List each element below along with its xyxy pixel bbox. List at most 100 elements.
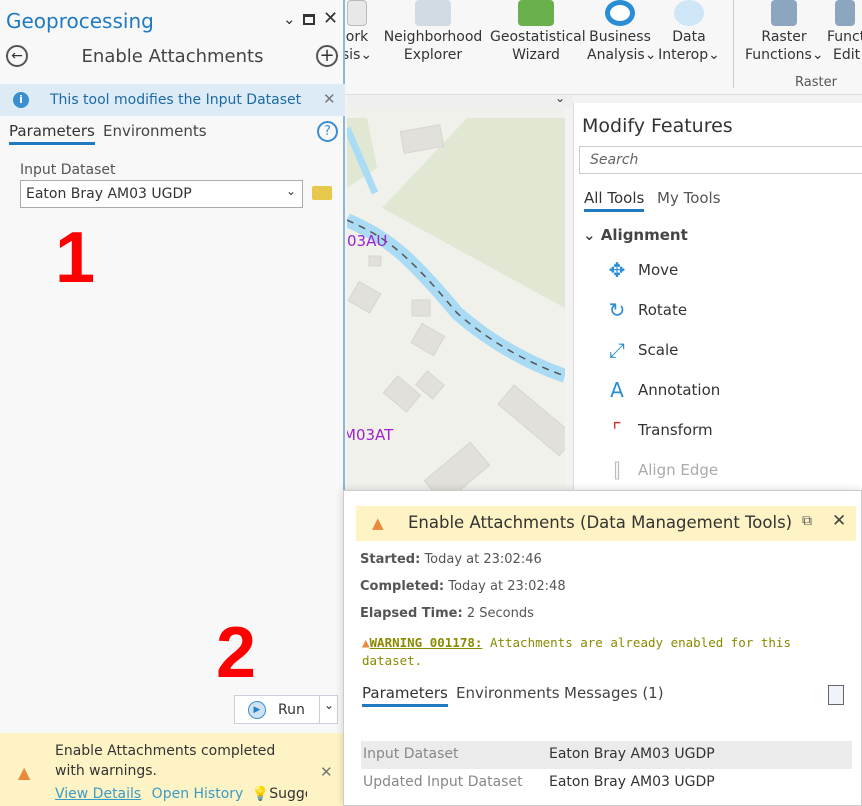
label: Functi <box>827 29 862 45</box>
info-icon: i <box>13 92 29 108</box>
label: Completed: <box>360 579 445 594</box>
warning-icon: ▲ <box>18 763 31 782</box>
completed-row: Completed: Today at 23:02:48 <box>360 579 566 594</box>
search-input[interactable]: Search <box>579 146 862 174</box>
close-icon[interactable]: ✕ <box>320 763 333 781</box>
value: Today at 23:02:46 <box>424 552 542 567</box>
tab-messages[interactable]: Messages (1) <box>564 684 664 702</box>
transform-icon: ⌜ <box>612 418 622 442</box>
map-label: M03AT <box>347 426 394 444</box>
data-interop-icon <box>674 0 704 26</box>
ribbon-business-analysis[interactable]: Business Analysis⌄ <box>587 0 656 64</box>
folder-icon[interactable] <box>312 186 332 200</box>
table-row: Input Dataset Eaton Bray AM03 UGDP <box>361 741 852 769</box>
open-history-link[interactable]: Open History <box>152 786 244 802</box>
group-alignment[interactable]: ⌄ Alignment <box>583 226 688 244</box>
divider <box>319 696 320 723</box>
tab-my-tools[interactable]: My Tools <box>657 189 721 207</box>
divider <box>733 0 734 88</box>
param-name: Updated Input Dataset <box>363 774 523 790</box>
elapsed-row: Elapsed Time: 2 Seconds <box>360 606 534 621</box>
label: Explorer <box>403 47 463 63</box>
pop-out-icon[interactable]: ⧉ <box>802 513 812 529</box>
ribbon-data-interop[interactable]: Data Interop⌄ <box>658 0 720 64</box>
annotation-number: 1 <box>55 218 96 298</box>
label: Move <box>638 261 679 279</box>
help-icon[interactable]: ? <box>317 121 338 142</box>
notification-text: Enable Attachments completed with warnin… <box>55 743 276 779</box>
input-dataset-select[interactable]: Eaton Bray AM03 UGDP ⌄ <box>20 180 303 208</box>
tab-all-tools[interactable]: All Tools <box>584 189 645 212</box>
label: Raster <box>761 29 807 45</box>
ribbon: ork sis⌄ Neighborhood Explorer Geostatisti… <box>342 0 862 95</box>
close-icon[interactable]: ✕ <box>323 90 336 108</box>
park-area <box>347 118 377 188</box>
label: Rotate <box>638 301 688 319</box>
suggestions-link[interactable]: Sugges <box>269 786 307 802</box>
close-icon[interactable]: ✕ <box>832 511 846 531</box>
map-icon <box>415 0 451 26</box>
label: Elapsed Time: <box>360 606 463 621</box>
param-name: Input Dataset <box>363 746 459 762</box>
tool-annotation[interactable]: A Annotation <box>604 378 720 402</box>
ribbon-group-label: Raster <box>795 75 837 90</box>
tab-environments[interactable]: Environments <box>456 684 560 702</box>
rotate-icon: ↻ <box>608 298 626 322</box>
input-dataset-label: Input Dataset <box>20 162 116 178</box>
modify-features-pane: Modify Features Search All Tools My Tool… <box>573 103 862 490</box>
warning-code-link[interactable]: WARNING 001178: <box>370 635 483 650</box>
tool-rotate[interactable]: ↻ Rotate <box>604 298 688 322</box>
popup-header: ▲ Enable Attachments (Data Management To… <box>356 506 856 541</box>
value: 2 Seconds <box>466 606 534 621</box>
add-icon[interactable]: + <box>316 45 338 67</box>
info-banner: i This tool modifies the Input Dataset ✕ <box>0 84 345 116</box>
selected-value: Eaton Bray AM03 UGDP <box>26 186 192 202</box>
maximize-icon[interactable] <box>303 14 315 25</box>
tab-parameters[interactable]: Parameters <box>9 122 95 145</box>
ribbon-function-editor[interactable]: Functi Edit <box>827 0 862 64</box>
pane-menu-icon[interactable]: ⌄ <box>283 10 296 28</box>
label: Geostatistical <box>490 29 586 45</box>
result-popup: ▲ Enable Attachments (Data Management To… <box>343 490 862 806</box>
tab-parameters[interactable]: Parameters <box>362 684 448 707</box>
tool-move[interactable]: ✥ Move <box>604 258 679 282</box>
label: Analysis <box>587 47 645 63</box>
chevron-down-icon[interactable]: ⌄ <box>324 698 334 712</box>
run-label: Run <box>278 702 305 718</box>
tab-environments[interactable]: Environments <box>103 122 207 140</box>
view-details-link[interactable]: View Details <box>55 786 141 802</box>
raster-fx-icon <box>771 0 797 26</box>
label: Functions <box>745 47 812 63</box>
label: Annotation <box>638 381 721 399</box>
ribbon-neighborhood-explorer[interactable]: Neighborhood Explorer <box>383 0 483 64</box>
label: Transform <box>638 421 713 439</box>
ribbon-geostatistical-wizard[interactable]: Geostatistical Wizard <box>490 0 586 64</box>
wizard-icon <box>518 0 554 26</box>
label: Align Edge <box>638 461 719 479</box>
label: Interop <box>658 47 709 63</box>
align-edge-icon: ⫿ <box>613 458 621 482</box>
label: Wizard <box>512 47 560 63</box>
notification-banner: ▲ Enable Attachments completed with warn… <box>0 733 345 806</box>
map-view[interactable]: 03AU M03AT <box>347 108 565 490</box>
close-icon[interactable]: ✕ <box>323 8 338 29</box>
value: Today at 23:02:48 <box>448 579 566 594</box>
annotation-icon: A <box>610 378 624 402</box>
tool-transform[interactable]: ⌜ Transform <box>604 418 713 442</box>
param-value: Eaton Bray AM03 UGDP <box>549 746 715 762</box>
chevron-down-icon[interactable]: ⌄ <box>555 91 565 105</box>
label: Data <box>672 29 706 45</box>
geoprocessing-pane: Geoprocessing ⌄ ✕ ← Enable Attachments +… <box>0 0 345 806</box>
popup-title: Enable Attachments (Data Management Tool… <box>408 513 793 532</box>
copy-icon[interactable] <box>828 685 844 705</box>
chevron-down-icon: ⌄ <box>285 184 296 198</box>
label: Edit <box>833 47 861 63</box>
tool-scale[interactable]: ⤢ Scale <box>604 338 678 362</box>
lightbulb-icon: 💡 <box>251 786 270 802</box>
ribbon-raster-functions[interactable]: Raster Functions⌄ <box>745 0 824 64</box>
tool-align-edge[interactable]: ⫿ Align Edge <box>604 458 718 482</box>
run-button[interactable]: ▶ Run ⌄ <box>234 695 338 724</box>
map-tab-bar: ⌄ <box>347 91 573 108</box>
scale-icon: ⤢ <box>609 338 625 362</box>
pane-title: Modify Features <box>582 115 733 137</box>
